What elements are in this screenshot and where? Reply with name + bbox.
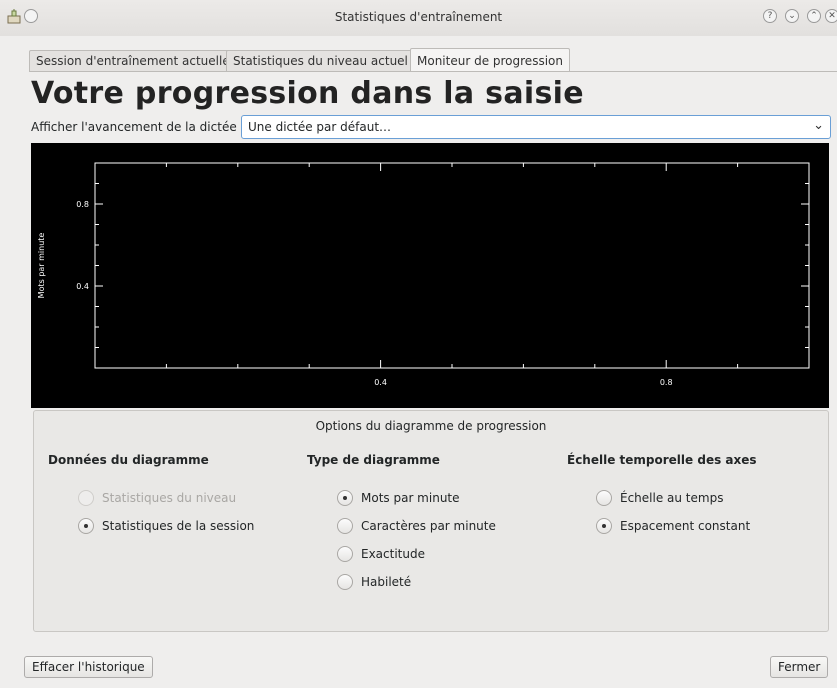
tab-panel-border [29, 71, 837, 72]
plot-frame [94, 162, 810, 369]
radio-label: Échelle au temps [620, 491, 724, 505]
help-button[interactable]: ? [763, 9, 777, 23]
chart-data-group-title: Données du diagramme [48, 453, 209, 467]
tab-current-session[interactable]: Session d'entraînement actuelle [29, 50, 237, 71]
maximize-button[interactable]: ⌃ [807, 9, 821, 23]
chart-type-group-title: Type de diagramme [307, 453, 440, 467]
x-tick-label: 0.8 [660, 378, 673, 387]
chart-options-title: Options du diagramme de progression [315, 419, 547, 433]
radio-label: Statistiques de la session [102, 519, 255, 533]
radio-label: Statistiques du niveau [102, 491, 237, 505]
radio-circle-icon [78, 490, 94, 506]
x-tick-label: 0.4 [374, 378, 387, 387]
y-tick-label: 0.8 [76, 200, 89, 209]
page-heading: Votre progression dans la saisie [31, 76, 584, 111]
radio-circle-icon[interactable] [596, 490, 612, 506]
progress-chart-svg: 0.8 0.4 0.4 0.8 Mots par minute [37, 162, 810, 387]
close-button[interactable]: Fermer [770, 656, 829, 678]
radio-circle-icon[interactable] [337, 490, 353, 506]
radio-label: Exactitude [361, 547, 425, 561]
radio-label: Caractères par minute [361, 519, 496, 533]
chart-options-panel: Options du diagramme de progression Donn… [33, 410, 829, 632]
window-titlebar: Statistiques d'entraînement ? ⌄ ⌃ ✕ [0, 0, 837, 36]
dictation-selected-value: Une dictée par défaut… [248, 120, 392, 134]
radio-label: Espacement constant [620, 519, 751, 533]
chevron-down-icon: ⌄ [813, 118, 824, 133]
radio-circle-icon[interactable] [596, 518, 612, 534]
radio-label: Mots par minute [361, 491, 460, 505]
clear-history-button[interactable]: Effacer l'historique [24, 656, 153, 678]
radio-circle-icon[interactable] [337, 546, 353, 562]
window-title: Statistiques d'entraînement [334, 10, 503, 24]
close-window-button[interactable]: ✕ [825, 9, 837, 23]
y-tick-label: 0.4 [76, 282, 89, 291]
time-scale-group-title: Échelle temporelle des axes [567, 453, 757, 467]
radio-circle-icon[interactable] [78, 518, 94, 534]
radio-circle-icon[interactable] [337, 518, 353, 534]
radio-circle-icon[interactable] [337, 574, 353, 590]
dictation-select[interactable]: Une dictée par défaut… ⌄ [241, 115, 831, 139]
radio-label: Habileté [361, 575, 412, 589]
progress-chart: 0.8 0.4 0.4 0.8 Mots par minute [31, 143, 829, 408]
minimize-button[interactable]: ⌄ [785, 9, 799, 23]
y-axis-label: Mots par minute [37, 233, 46, 299]
tab-progress-monitor[interactable]: Moniteur de progression [410, 48, 570, 72]
dictation-label: Afficher l'avancement de la dictée : [31, 120, 245, 134]
tab-current-level-stats[interactable]: Statistiques du niveau actuel [226, 50, 415, 71]
